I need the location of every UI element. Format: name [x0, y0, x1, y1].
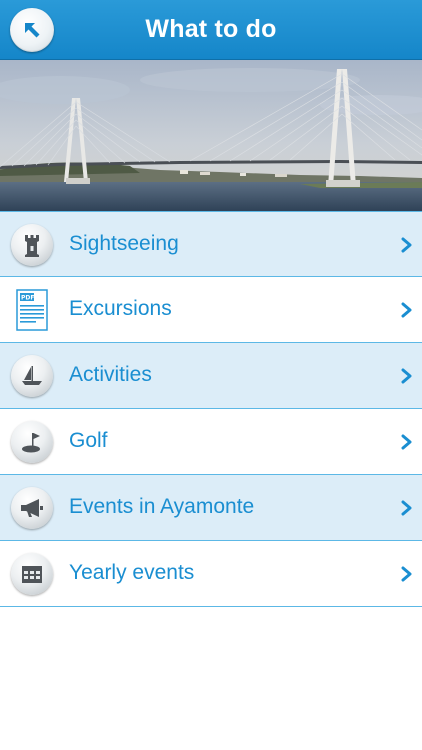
arrow-up-left-icon [25, 23, 40, 38]
chevron-right-icon [401, 566, 412, 582]
menu-item-label: Excursions [69, 297, 172, 320]
menu-item-golf[interactable]: Golf [0, 409, 422, 475]
menu-item-events-ayamonte[interactable]: Events in Ayamonte [0, 475, 422, 541]
bridge-banner-image [0, 60, 422, 211]
pdf-document-icon: PDF [11, 289, 53, 331]
back-button[interactable] [10, 8, 54, 52]
menu-item-excursions[interactable]: PDF Excursions [0, 277, 422, 343]
menu-item-sightseeing[interactable]: Sightseeing [0, 211, 422, 277]
calendar-icon [11, 553, 53, 595]
megaphone-icon [11, 487, 53, 529]
menu-item-label: Yearly events [69, 561, 195, 584]
menu-item-label: Golf [69, 429, 108, 452]
page-title: What to do [145, 15, 277, 43]
chevron-right-icon [401, 237, 412, 253]
app-header: What to do [0, 0, 422, 60]
chevron-right-icon [401, 500, 412, 516]
menu-item-activities[interactable]: Activities [0, 343, 422, 409]
menu-list: Sightseeing PDF Excursions Activities Go… [0, 211, 422, 607]
chevron-right-icon [401, 368, 412, 384]
chevron-right-icon [401, 434, 412, 450]
menu-item-label: Events in Ayamonte [69, 495, 255, 518]
menu-item-label: Activities [69, 363, 152, 386]
golf-flag-icon [11, 421, 53, 463]
castle-tower-icon [11, 224, 53, 266]
sailboat-icon [11, 355, 53, 397]
svg-text:PDF: PDF [21, 295, 34, 302]
chevron-right-icon [401, 302, 412, 318]
menu-item-label: Sightseeing [69, 232, 179, 255]
menu-item-yearly-events[interactable]: Yearly events [0, 541, 422, 607]
